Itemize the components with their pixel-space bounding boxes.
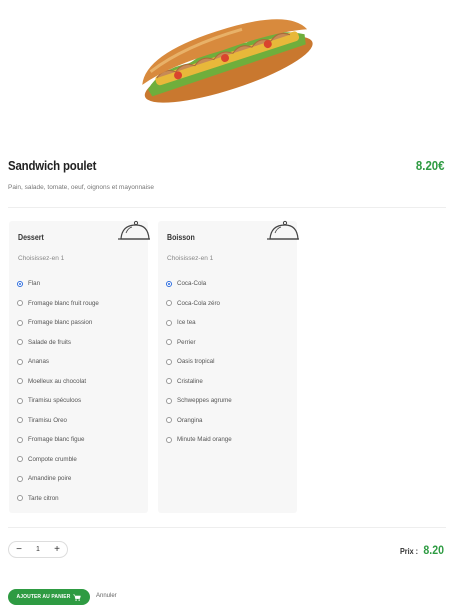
radio-button[interactable] <box>17 456 23 463</box>
radio-button[interactable] <box>17 358 23 365</box>
option-item[interactable]: Oasis tropical <box>166 352 293 372</box>
product-name: Sandwich poulet <box>8 158 97 173</box>
option-label: Salade de fruits <box>28 338 71 346</box>
option-item[interactable]: Amandine poire <box>17 469 144 489</box>
option-label: Oasis tropical <box>177 358 215 366</box>
decrease-button[interactable]: − <box>13 544 25 555</box>
option-label: Minute Maid orange <box>177 436 232 444</box>
total-price: Prix : 8.20 <box>399 543 445 557</box>
option-label: Tiramisu spéculoos <box>28 397 82 405</box>
divider <box>8 207 446 208</box>
option-label: Fromage blanc fruit rouge <box>28 299 99 307</box>
price-value: 8.20 <box>423 543 444 557</box>
radio-button[interactable] <box>17 475 23 482</box>
option-label: Moelleux au chocolat <box>28 377 87 385</box>
option-item[interactable]: Tarte citron <box>17 489 144 509</box>
option-item[interactable]: Fromage blanc fruit rouge <box>17 294 144 314</box>
radio-button[interactable] <box>17 436 23 443</box>
dessert-options: Flan Fromage blanc fruit rouge Fromage bla… <box>17 274 144 508</box>
option-item[interactable]: Flan <box>17 274 144 294</box>
group-title: Boisson <box>167 233 195 242</box>
option-label: Tarte citron <box>28 494 59 502</box>
radio-button[interactable] <box>166 417 172 424</box>
cloche-icon <box>267 220 299 240</box>
product-price: 8.20€ <box>416 158 445 173</box>
radio-button[interactable] <box>166 280 172 287</box>
quantity-stepper: − 1 + <box>8 541 68 558</box>
option-item[interactable]: Coca-Cola <box>166 274 293 294</box>
option-label: Coca-Cola <box>177 280 207 288</box>
option-item[interactable]: Moelleux au chocolat <box>17 372 144 392</box>
group-subtitle: Choisissez-en 1 <box>18 255 65 262</box>
option-item[interactable]: Coca-Cola zéro <box>166 294 293 314</box>
option-group-boisson: Boisson Choisissez-en 1 Coca-Cola Coca-Co… <box>158 220 299 513</box>
option-item[interactable]: Ice tea <box>166 313 293 333</box>
radio-button[interactable] <box>17 378 23 385</box>
cloche-icon <box>118 220 150 240</box>
option-label: Compote crumble <box>28 455 77 463</box>
cart-icon <box>73 594 82 601</box>
product-description: Pain, salade, tomate, oeuf, oignons et m… <box>8 184 154 191</box>
option-item[interactable]: Tiramisu Oreo <box>17 411 144 431</box>
option-group-dessert: Dessert Choisissez-en 1 Flan Fromage blan… <box>9 220 150 513</box>
option-label: Flan <box>28 280 41 288</box>
divider <box>8 527 446 528</box>
cancel-button[interactable]: Annuler <box>96 593 117 599</box>
option-item[interactable]: Minute Maid orange <box>166 430 293 450</box>
increase-button[interactable]: + <box>51 544 63 555</box>
price-label: Prix : <box>399 547 418 556</box>
radio-button[interactable] <box>166 300 172 307</box>
option-label: Cristaline <box>177 377 203 385</box>
group-title: Dessert <box>18 233 44 242</box>
option-label: Orangina <box>177 416 203 424</box>
option-label: Ananas <box>28 358 49 366</box>
option-item[interactable]: Fromage blanc passion <box>17 313 144 333</box>
option-label: Ice tea <box>177 319 196 327</box>
option-label: Coca-Cola zéro <box>177 299 220 307</box>
radio-button[interactable] <box>166 436 172 443</box>
option-label: Perrier <box>177 338 196 346</box>
radio-button[interactable] <box>17 417 23 424</box>
option-label: Amandine poire <box>28 475 72 483</box>
radio-button[interactable] <box>17 397 23 404</box>
radio-button[interactable] <box>17 280 23 287</box>
option-item[interactable]: Perrier <box>166 333 293 353</box>
option-item[interactable]: Fromage blanc figue <box>17 430 144 450</box>
option-item[interactable]: Schweppes agrume <box>166 391 293 411</box>
radio-button[interactable] <box>17 339 23 346</box>
radio-button[interactable] <box>17 319 23 326</box>
quantity-value[interactable]: 1 <box>36 546 40 553</box>
add-to-cart-label: AJOUTER AU PANIER <box>16 594 71 600</box>
add-to-cart-button[interactable]: AJOUTER AU PANIER <box>8 589 90 605</box>
option-item[interactable]: Cristaline <box>166 372 293 392</box>
option-item[interactable]: Salade de fruits <box>17 333 144 353</box>
group-subtitle: Choisissez-en 1 <box>167 255 214 262</box>
boisson-options: Coca-Cola Coca-Cola zéro Ice tea Perrier Oas… <box>166 274 293 450</box>
radio-button[interactable] <box>166 358 172 365</box>
option-item[interactable]: Orangina <box>166 411 293 431</box>
option-label: Fromage blanc figue <box>28 436 85 444</box>
radio-button[interactable] <box>17 495 23 502</box>
option-item[interactable]: Compote crumble <box>17 450 144 470</box>
radio-button[interactable] <box>166 339 172 346</box>
option-label: Tiramisu Oreo <box>28 416 67 424</box>
option-label: Fromage blanc passion <box>28 319 93 327</box>
radio-button[interactable] <box>17 300 23 307</box>
radio-button[interactable] <box>166 378 172 385</box>
product-image <box>142 19 313 103</box>
radio-button[interactable] <box>166 397 172 404</box>
option-label: Schweppes agrume <box>177 397 232 405</box>
option-item[interactable]: Ananas <box>17 352 144 372</box>
radio-button[interactable] <box>166 319 172 326</box>
option-item[interactable]: Tiramisu spéculoos <box>17 391 144 411</box>
